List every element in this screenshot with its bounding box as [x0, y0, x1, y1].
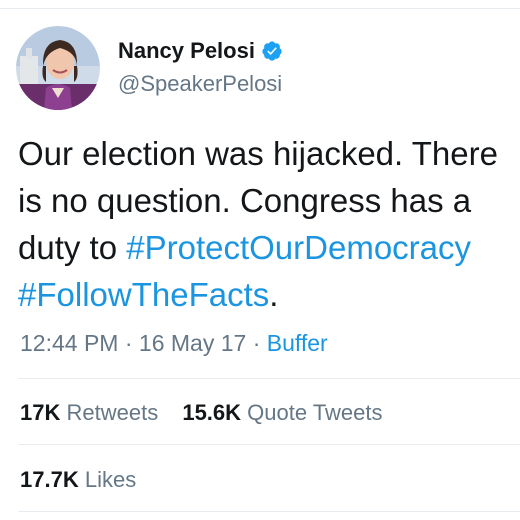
- tweet-text-segment: duty to: [18, 229, 127, 266]
- name-row: Nancy Pelosi: [118, 37, 283, 65]
- tweet-text-segment: Our election was hijacked. There: [18, 135, 498, 172]
- divider: [18, 511, 520, 512]
- meta-separator: ·: [124, 330, 133, 356]
- divider: [18, 378, 520, 379]
- author-info: Nancy Pelosi @SpeakerPelosi: [118, 37, 283, 99]
- hashtag-link[interactable]: #FollowTheFacts: [18, 276, 269, 313]
- tweet-text-segment: .: [269, 276, 279, 313]
- meta-separator: ·: [252, 330, 261, 356]
- verified-badge-icon: [261, 40, 283, 62]
- tweet-meta: 12:44 PM · 16 May 17 · Buffer: [20, 326, 328, 360]
- likes-stat[interactable]: 17.7K Likes: [20, 465, 136, 495]
- quote-tweets-stat[interactable]: 15.6K Quote Tweets: [182, 398, 382, 428]
- avatar-photo-icon: [16, 26, 100, 110]
- stats-row: 17K Retweets 15.6K Quote Tweets: [20, 398, 401, 428]
- author-avatar[interactable]: [16, 26, 100, 110]
- top-divider: [0, 8, 520, 9]
- tweet-date[interactable]: 16 May 17: [139, 330, 246, 356]
- tweet-line: duty to #ProtectOurDemocracy: [18, 224, 520, 271]
- likes-label: Likes: [84, 467, 137, 492]
- divider: [18, 444, 520, 445]
- tweet-line: Our election was hijacked. There: [18, 130, 520, 177]
- hashtag-link[interactable]: #ProtectOurDemocracy: [126, 229, 471, 266]
- tweet-text-segment: is no question. Congress has a: [18, 182, 472, 219]
- quote-tweets-count: 15.6K: [182, 400, 242, 425]
- tweet-line: is no question. Congress has a: [18, 177, 520, 224]
- tweet-header: Nancy Pelosi @SpeakerPelosi: [16, 24, 283, 112]
- likes-count: 17.7K: [20, 467, 79, 492]
- author-display-name[interactable]: Nancy Pelosi: [118, 37, 255, 65]
- retweets-stat[interactable]: 17K Retweets: [20, 398, 158, 428]
- retweets-label: Retweets: [66, 400, 159, 425]
- likes-row: 17.7K Likes: [20, 465, 154, 495]
- tweet-line: #FollowTheFacts.: [18, 271, 520, 318]
- retweets-count: 17K: [20, 400, 61, 425]
- tweet-text: Our election was hijacked. There is no q…: [18, 130, 520, 318]
- tweet-time[interactable]: 12:44 PM: [20, 330, 118, 356]
- author-handle[interactable]: @SpeakerPelosi: [118, 69, 283, 99]
- tweet-source-link[interactable]: Buffer: [267, 330, 328, 356]
- quote-tweets-label: Quote Tweets: [247, 400, 383, 425]
